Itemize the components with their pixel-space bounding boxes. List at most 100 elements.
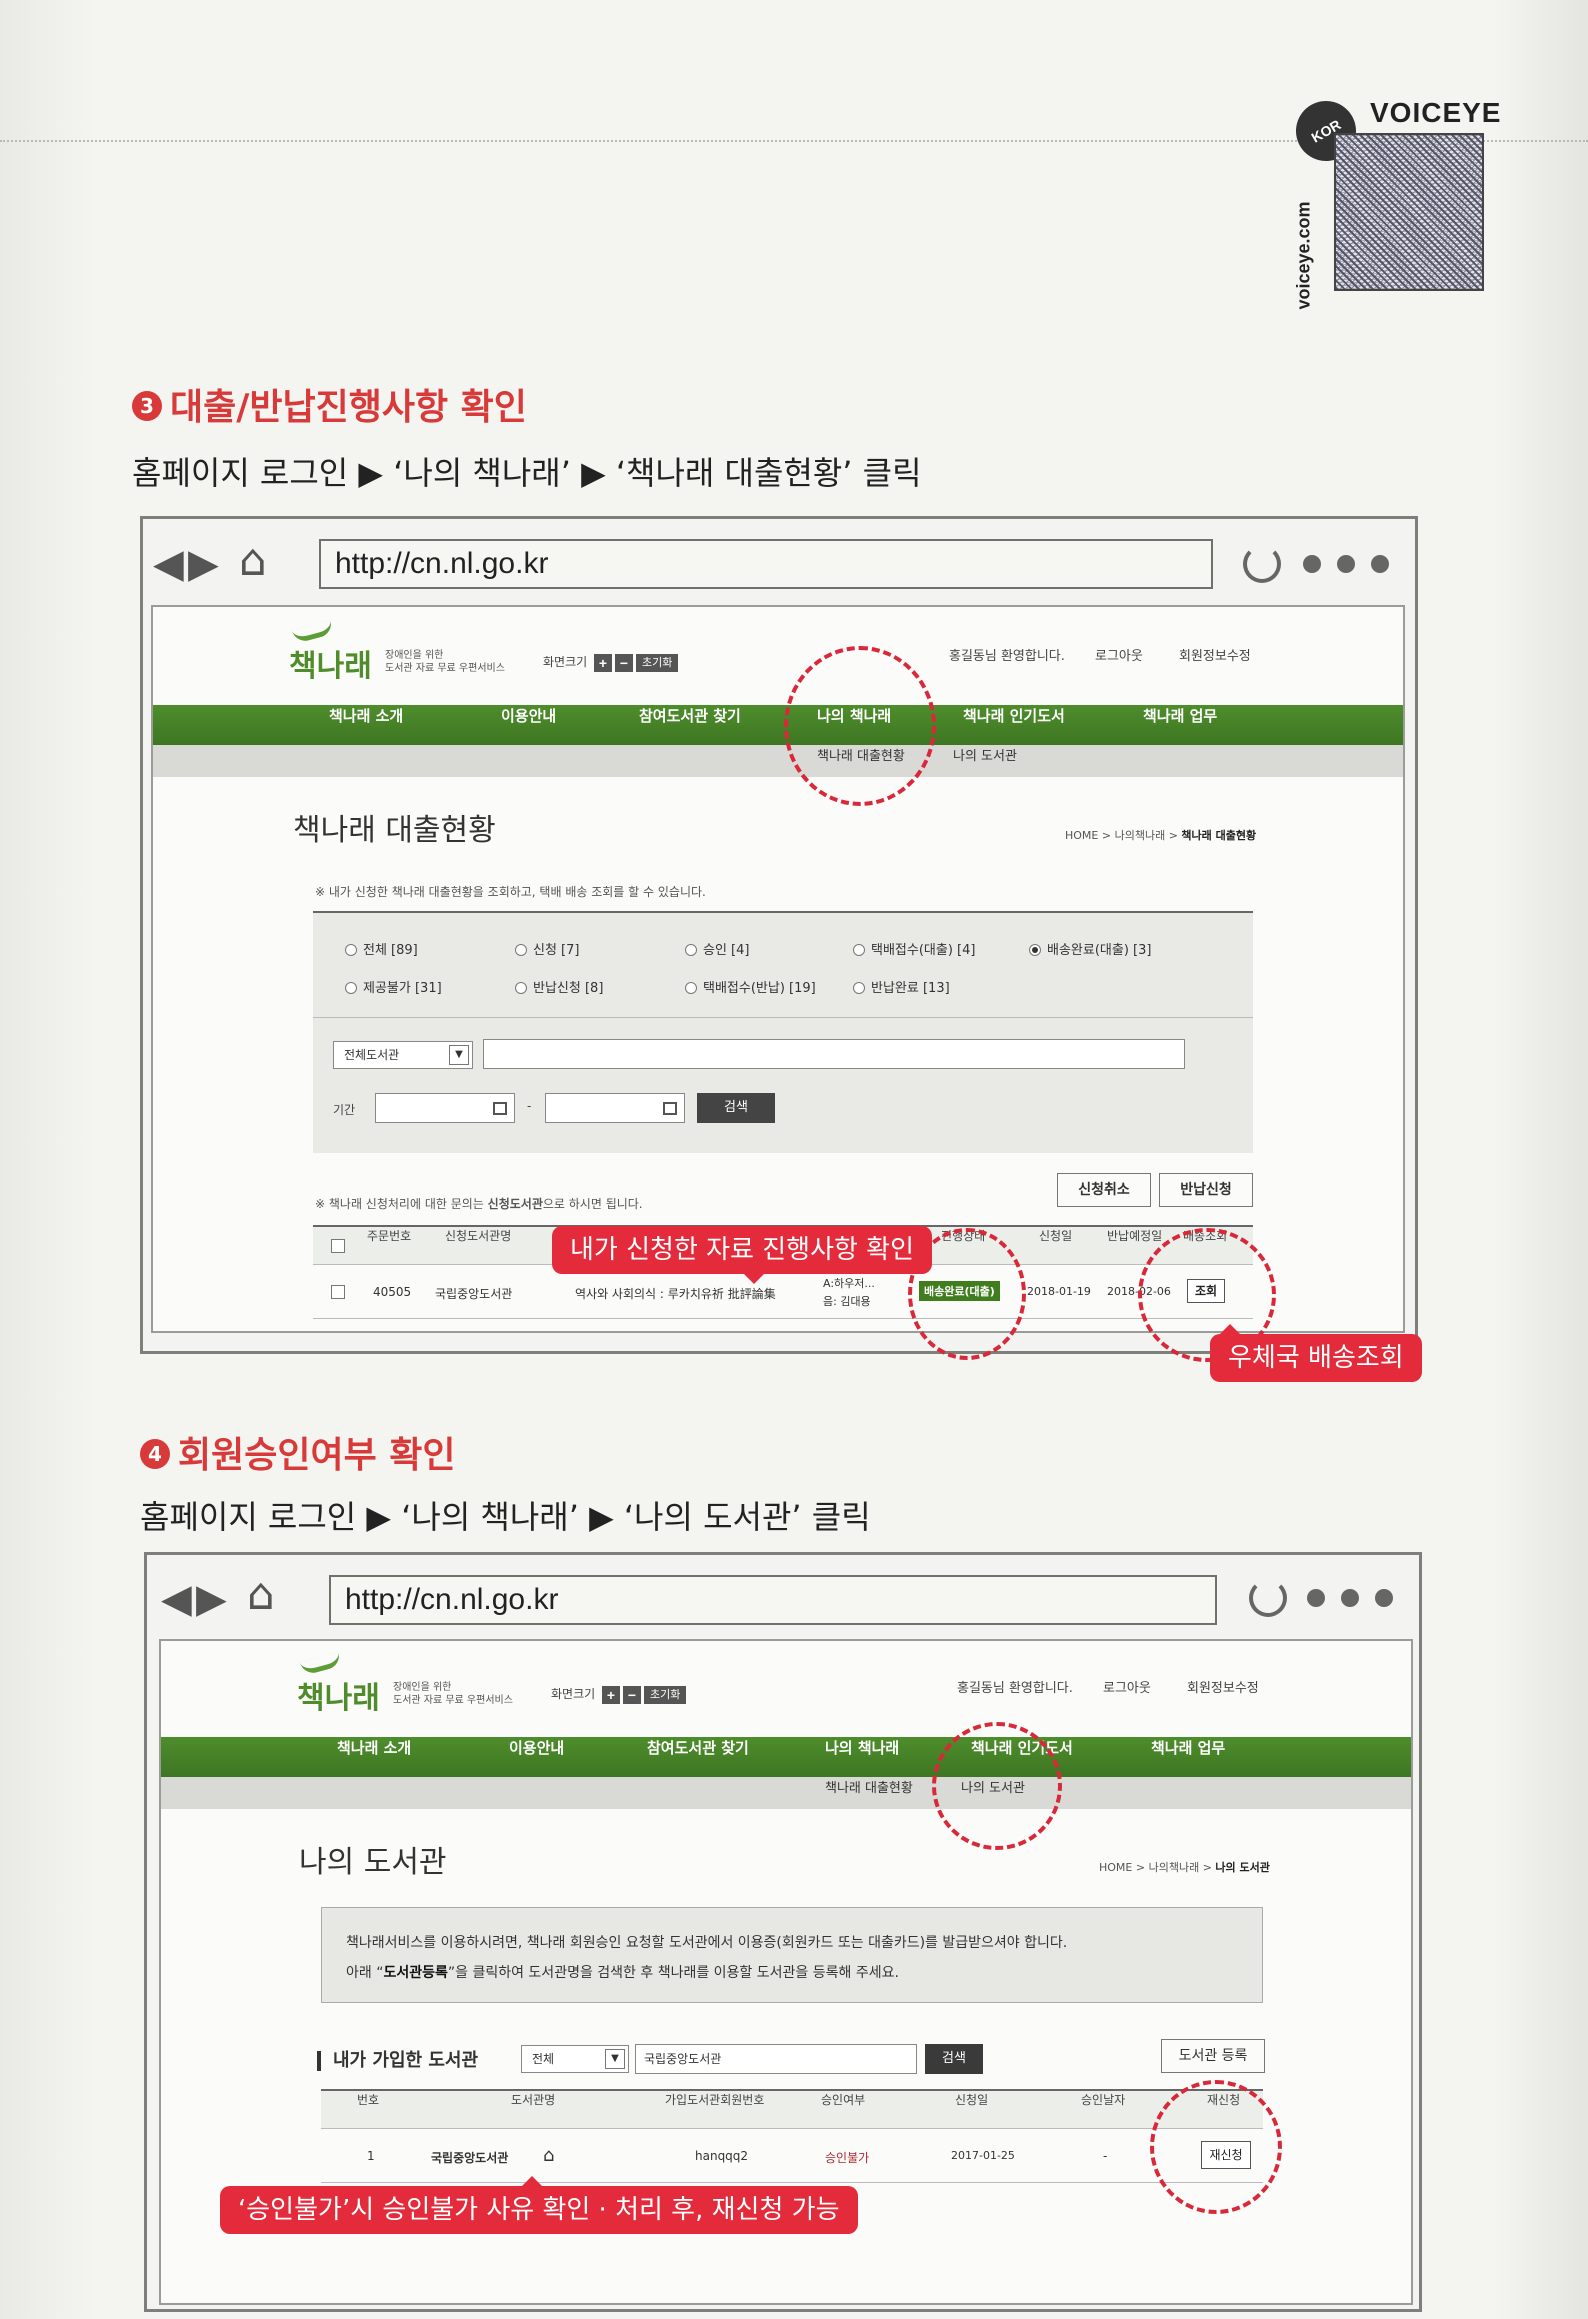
filter-select-value: 전체 xyxy=(532,2052,555,2066)
site-logo[interactable]: 책나래 xyxy=(297,1673,380,1717)
select-all-checkbox[interactable] xyxy=(331,1239,345,1253)
radio-unavailable[interactable]: 제공불가 [31] xyxy=(345,977,442,996)
library-name: 국립중앙도서관 xyxy=(435,1287,513,1301)
refresh-icon[interactable] xyxy=(1249,1579,1287,1617)
register-library-button[interactable]: 도서관 등록 xyxy=(1161,2039,1265,2073)
site-viewport-1: 책나래 장애인을 위한 도서관 자료 무료 우편서비스 화면크기 + − 초기화 홍… xyxy=(151,605,1405,1333)
home-icon[interactable]: ⌂ xyxy=(239,539,267,583)
library-select-value: 전체도서관 xyxy=(344,1048,400,1062)
logout-link[interactable]: 로그아웃 xyxy=(1095,645,1143,664)
edit-info-link[interactable]: 회원정보수정 xyxy=(1179,645,1251,664)
breadcrumb-mid[interactable]: 나의책나래 xyxy=(1115,829,1166,842)
refresh-icon[interactable] xyxy=(1243,545,1281,583)
radio-approved[interactable]: 승인 [4] xyxy=(685,939,749,958)
menu-dot-icon[interactable] xyxy=(1341,1589,1359,1607)
breadcrumb-home[interactable]: HOME xyxy=(1099,1861,1132,1874)
nav-find-library[interactable]: 참여도서관 찾기 xyxy=(639,705,741,745)
logout-link[interactable]: 로그아웃 xyxy=(1103,1677,1151,1696)
back-icon[interactable]: ◀ xyxy=(161,1579,192,1619)
radio-delivered[interactable]: 배송완료(대출) [3] xyxy=(1029,939,1151,958)
section3-title-text: 대출/반납진행사항 확인 xyxy=(170,387,527,428)
table-row: 1 국립중앙도서관 ⌂ hanqqq2 승인불가 2017-01-25 - 재신… xyxy=(321,2129,1263,2183)
row-checkbox[interactable] xyxy=(331,1285,345,1299)
radio-all[interactable]: 전체 [89] xyxy=(345,939,418,958)
subnav-loan-status[interactable]: 책나래 대출현황 xyxy=(825,1777,913,1796)
apply-date: 2018-01-19 xyxy=(1027,1285,1091,1298)
search-button[interactable]: 검색 xyxy=(925,2044,983,2074)
font-reset-button[interactable]: 초기화 xyxy=(636,653,679,672)
forward-icon[interactable]: ▶ xyxy=(196,1579,227,1619)
url-bar[interactable]: http://cn.nl.go.kr xyxy=(329,1575,1217,1625)
approved-date: - xyxy=(1103,2149,1108,2163)
keyword-input[interactable] xyxy=(483,1039,1185,1069)
radio-requested[interactable]: 신청 [7] xyxy=(515,939,579,958)
menu-dot-icon[interactable] xyxy=(1307,1589,1325,1607)
nav-work[interactable]: 책나래 업무 xyxy=(1151,1737,1225,1777)
radio-courier-loan[interactable]: 택배접수(대출) [4] xyxy=(853,939,975,958)
cancel-request-button[interactable]: 신청취소 xyxy=(1057,1173,1151,1207)
th-approval: 승인여부 xyxy=(821,2093,866,2107)
breadcrumb-home[interactable]: HOME xyxy=(1065,829,1098,842)
info-line2: 아래 “도서관등록”을 클릭하여 도서관명을 검색한 후 책나래를 이용할 도서… xyxy=(346,1958,1238,1988)
inquiry-note-pre: ※ 책나래 신청처리에 대한 문의는 xyxy=(315,1197,488,1211)
radio-returned[interactable]: 반납완료 [13] xyxy=(853,977,950,996)
approval-status: 승인불가 xyxy=(825,2151,870,2165)
filter-select[interactable]: 전체 ▼ xyxy=(521,2045,629,2073)
nav-about[interactable]: 책나래 소개 xyxy=(329,705,403,745)
highlight-circle-reapply xyxy=(1150,2080,1282,2214)
apply-date: 2017-01-25 xyxy=(951,2149,1015,2162)
nav-guide[interactable]: 이용안내 xyxy=(509,1737,564,1777)
library-search-input[interactable]: 국립중앙도서관 xyxy=(635,2044,917,2074)
breadcrumb-mid[interactable]: 나의책나래 xyxy=(1149,1861,1200,1874)
menu-dot-icon[interactable] xyxy=(1375,1589,1393,1607)
th-order-no: 주문번호 xyxy=(367,1229,412,1243)
inquiry-note-bold: 신청도서관 xyxy=(487,1197,543,1211)
font-reset-button[interactable]: 초기화 xyxy=(644,1685,687,1704)
nav-about[interactable]: 책나래 소개 xyxy=(337,1737,411,1777)
breadcrumb-current: 책나래 대출현황 xyxy=(1181,829,1257,842)
calendar-icon[interactable] xyxy=(663,1102,677,1115)
main-nav: 책나래 소개 이용안내 참여도서관 찾기 나의 책나래 책나래 인기도서 책나래… xyxy=(153,705,1403,745)
highlight-circle-my-library xyxy=(932,1722,1062,1850)
home-icon: ⌂ xyxy=(543,2145,555,2166)
font-size-controls: 화면크기 + − 초기화 xyxy=(543,653,679,672)
url-bar[interactable]: http://cn.nl.go.kr xyxy=(319,539,1213,589)
library-select[interactable]: 전체도서관 ▼ xyxy=(333,1041,473,1069)
th-apply-date: 신청일 xyxy=(1039,1229,1073,1243)
th-approved-date: 승인날자 xyxy=(1081,2093,1126,2107)
tagline-line1: 장애인을 위한 xyxy=(385,650,444,661)
home-icon[interactable]: ⌂ xyxy=(247,1573,275,1617)
nav-my-chaeknarae[interactable]: 나의 책나래 xyxy=(825,1737,899,1777)
font-minus-button[interactable]: − xyxy=(615,653,633,672)
radio-courier-return[interactable]: 택배접수(반납) [19] xyxy=(685,977,816,996)
radio-label: 전체 [89] xyxy=(363,943,418,958)
section3-title: 3 대출/반납진행사항 확인 xyxy=(132,378,527,430)
member-no: hanqqq2 xyxy=(695,2149,749,2163)
menu-dot-icon[interactable] xyxy=(1337,555,1355,573)
calendar-icon[interactable] xyxy=(493,1102,507,1115)
th-apply-date: 신청일 xyxy=(955,2093,989,2107)
menu-dot-icon[interactable] xyxy=(1303,555,1321,573)
return-request-button[interactable]: 반납신청 xyxy=(1159,1173,1253,1207)
font-plus-button[interactable]: + xyxy=(602,1685,620,1704)
highlight-circle-my-chaeknarae xyxy=(784,646,936,806)
radio-label: 택배접수(대출) [4] xyxy=(871,943,976,958)
subnav-my-library[interactable]: 나의 도서관 xyxy=(953,745,1017,764)
menu-dot-icon[interactable] xyxy=(1371,555,1389,573)
sub-nav: 책나래 대출현황 나의 도서관 xyxy=(153,745,1403,777)
notice-text: ※ 내가 신청한 책나래 대출현황을 조회하고, 택배 배송 조회를 할 수 있… xyxy=(315,885,706,899)
back-icon[interactable]: ◀ xyxy=(153,544,184,584)
nav-work[interactable]: 책나래 업무 xyxy=(1143,705,1217,745)
search-button[interactable]: 검색 xyxy=(697,1093,775,1123)
edit-info-link[interactable]: 회원정보수정 xyxy=(1187,1677,1259,1696)
font-minus-button[interactable]: − xyxy=(623,1685,641,1704)
voiceye-brand: VOICEYE xyxy=(1370,97,1502,128)
nav-find-library[interactable]: 참여도서관 찾기 xyxy=(647,1737,749,1777)
font-plus-button[interactable]: + xyxy=(594,653,612,672)
radio-return-request[interactable]: 반납신청 [8] xyxy=(515,977,603,996)
nav-guide[interactable]: 이용안내 xyxy=(501,705,556,745)
site-logo[interactable]: 책나래 xyxy=(289,641,372,685)
author-line2: 음: 김대용 xyxy=(823,1295,871,1308)
forward-icon[interactable]: ▶ xyxy=(188,544,219,584)
nav-popular[interactable]: 책나래 인기도서 xyxy=(963,705,1065,745)
